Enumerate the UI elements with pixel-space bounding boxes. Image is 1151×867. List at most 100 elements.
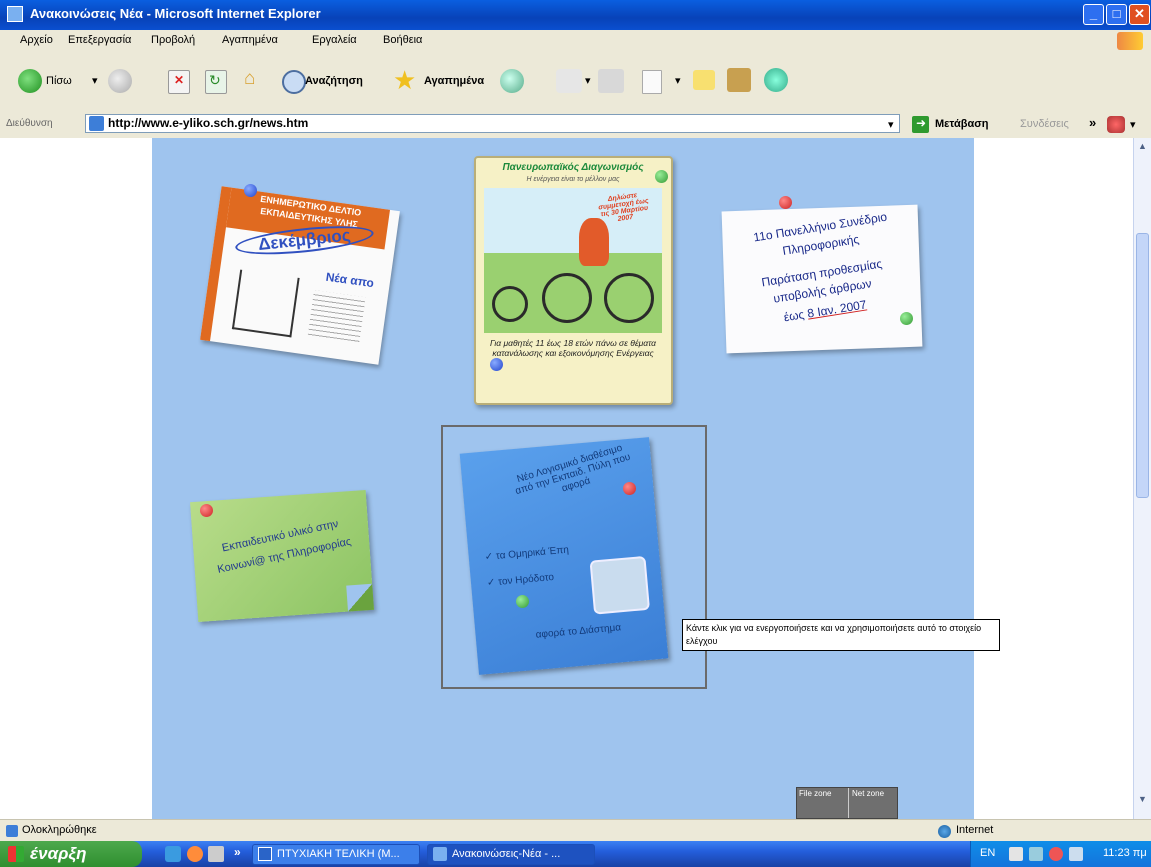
menu-file[interactable]: Αρχείο xyxy=(20,34,53,46)
security-icon[interactable] xyxy=(1049,847,1063,861)
display-icon[interactable] xyxy=(1069,847,1083,861)
menu-help[interactable]: Βοήθεια xyxy=(383,34,422,46)
close-button[interactable]: ✕ xyxy=(1129,4,1150,25)
software-heading: Νέο Λογισμικό διαθέσιμο από την Εκπαιδ. … xyxy=(514,442,632,498)
system-tray: EN 11:23 πμ xyxy=(970,841,1151,867)
quicklaunch-app-icon[interactable] xyxy=(187,846,203,862)
green-pin-icon xyxy=(900,312,913,325)
menu-tools[interactable]: Εργαλεία xyxy=(312,34,357,46)
window-title: Ανακοινώσεις Νέα - Microsoft Internet Ex… xyxy=(30,6,321,21)
refresh-icon[interactable]: ↻ xyxy=(205,70,227,94)
toolbar-extra-icon[interactable] xyxy=(1107,116,1125,133)
software-item3-prefix: αφορά xyxy=(535,627,566,641)
zone-widget: File zone Net zone xyxy=(796,787,898,819)
menu-view[interactable]: Προβολή xyxy=(151,34,195,46)
address-input[interactable]: http://www.e-yliko.sch.gr/news.htm xyxy=(85,114,900,133)
ie-icon xyxy=(433,847,447,861)
address-dropdown-icon[interactable]: ▾ xyxy=(888,118,894,131)
scroll-thumb[interactable] xyxy=(1136,233,1149,498)
red-pin-icon xyxy=(200,504,213,517)
software-item3-label: το Διάστημα xyxy=(567,622,622,638)
software-item1: ✓ τα Ομηρικά Έπη xyxy=(484,544,570,563)
software-card: Νέο Λογισμικό διαθέσιμο από την Εκπαιδ. … xyxy=(459,437,669,675)
taskbar-item-ie[interactable]: Ανακοινώσεις-Νέα - ... xyxy=(427,844,595,865)
bike-wheel-icon xyxy=(492,286,528,322)
scroll-up-icon[interactable]: ▲ xyxy=(1136,141,1149,155)
address-label: Διεύθυνση xyxy=(6,118,53,129)
quicklaunch-desktop-icon[interactable] xyxy=(208,846,224,862)
cyclist-figure xyxy=(579,218,609,266)
newsletter-news: Νέα απο xyxy=(324,269,375,291)
bike-wheel-icon xyxy=(542,273,592,323)
newsletter-card[interactable]: ΕΝΗΜΕΡΩΤΙΚΟ ΔΕΛΤΙΟ ΕΚΠΑΙΔΕΥΤΙΚΗΣ ΥΛΗΣ Δε… xyxy=(200,186,400,365)
schoolhouse-icon xyxy=(231,269,300,338)
contest-card[interactable]: Πανευρωπαϊκός Διαγωνισμός Η ενέργεια είν… xyxy=(474,156,673,405)
start-label: έναρξη xyxy=(30,844,87,863)
red-pin-icon xyxy=(623,482,636,495)
vertical-scrollbar[interactable]: ▲ ▼ xyxy=(1133,138,1151,819)
favorites-star-icon[interactable]: ★ xyxy=(393,65,416,96)
search-button-label[interactable]: Αναζήτηση xyxy=(305,75,363,87)
language-indicator[interactable]: EN xyxy=(980,847,995,859)
search-icon[interactable] xyxy=(282,70,306,94)
quicklaunch-ie-icon[interactable] xyxy=(165,846,181,862)
address-url: http://www.e-yliko.sch.gr/news.htm xyxy=(108,116,309,130)
stop-icon[interactable]: ✕ xyxy=(168,70,190,94)
conference-card[interactable]: 11ο Πανελλήνιο Συνέδριο Πληροφορικής Παρ… xyxy=(721,204,923,354)
messenger-icon[interactable] xyxy=(764,68,788,92)
status-text: Ολοκληρώθηκε xyxy=(22,824,97,836)
address-bar: Διεύθυνση http://www.e-yliko.sch.gr/news… xyxy=(0,110,1151,139)
internet-zone-icon xyxy=(938,825,951,838)
menu-favorites[interactable]: Αγαπημένα xyxy=(222,34,278,46)
mail-icon[interactable] xyxy=(556,69,582,93)
menu-edit[interactable]: Επεξεργασία xyxy=(68,34,131,46)
green-pin-icon xyxy=(655,170,668,183)
society-text: Εκπαιδευτικό υλικό στην Κοινωνί@ της Πλη… xyxy=(216,517,353,576)
home-icon[interactable]: ⌂ xyxy=(242,68,266,92)
society-card[interactable]: Εκπαιδευτικό υλικό στην Κοινωνί@ της Πλη… xyxy=(190,490,374,622)
maximize-button[interactable]: □ xyxy=(1106,4,1127,25)
history-icon[interactable] xyxy=(500,69,524,93)
clock: 11:23 πμ xyxy=(1103,847,1147,859)
windows-logo-icon xyxy=(1117,32,1143,50)
edit-dropdown-icon[interactable]: ▾ xyxy=(675,74,681,87)
contest-body: Για μαθητές 11 έως 18 ετών πάνω σε θέματ… xyxy=(489,338,657,358)
quicklaunch-more-icon[interactable]: » xyxy=(234,845,241,859)
mail-dropdown-icon[interactable]: ▾ xyxy=(585,74,591,87)
software-item2: ✓ τον Ηρόδοτο xyxy=(486,571,555,589)
discuss-icon[interactable] xyxy=(693,70,715,90)
go-button-label[interactable]: Μετάβαση xyxy=(935,118,988,130)
favorites-button-label[interactable]: Αγαπημένα xyxy=(424,75,484,87)
red-pin-icon xyxy=(779,196,792,209)
task1-label: ΠΤΥΧΙΑΚΗ ΤΕΛΙΚΗ (Μ... xyxy=(277,848,400,860)
edit-icon[interactable] xyxy=(642,70,662,94)
zone-divider xyxy=(848,788,849,818)
news-panel: ΕΝΗΜΕΡΩΤΙΚΟ ΔΕΛΤΙΟ ΕΚΠΑΙΔΕΥΤΙΚΗΣ ΥΛΗΣ Δε… xyxy=(152,138,1000,819)
back-button-label[interactable]: Πίσω xyxy=(46,75,72,87)
go-arrow-icon[interactable]: ➜ xyxy=(912,116,929,133)
newsletter-text-lines xyxy=(307,290,366,345)
browser-content: ΕΝΗΜΕΡΩΤΙΚΟ ΔΕΛΤΙΟ ΕΚΠΑΙΔΕΥΤΙΚΗΣ ΥΛΗΣ Δε… xyxy=(0,138,1133,819)
blue-pin-icon xyxy=(244,184,257,197)
minimize-button[interactable]: _ xyxy=(1083,4,1104,25)
page-curl xyxy=(346,583,374,612)
links-label[interactable]: Συνδέσεις xyxy=(1020,118,1069,130)
net-zone-label: Net zone xyxy=(852,789,885,798)
chevron-more-icon[interactable]: » xyxy=(1089,115,1096,130)
back-dropdown-icon[interactable]: ▾ xyxy=(92,74,98,87)
back-arrow-icon[interactable] xyxy=(18,69,42,93)
forward-arrow-icon[interactable] xyxy=(108,69,132,93)
software-activex-control[interactable]: Νέο Λογισμικό διαθέσιμο από την Εκπαιδ. … xyxy=(441,425,707,689)
scroll-down-icon[interactable]: ▼ xyxy=(1136,794,1149,808)
volume-icon[interactable] xyxy=(1009,847,1023,861)
software-item2-label: τον Ηρόδοτο xyxy=(497,571,555,588)
zone-text: Internet xyxy=(956,824,994,836)
network-icon[interactable] xyxy=(1029,847,1043,861)
word-icon xyxy=(258,847,272,861)
extra-dropdown-icon[interactable]: ▾ xyxy=(1130,118,1136,131)
print-icon[interactable] xyxy=(598,69,624,93)
taskbar: έναρξη » ΠΤΥΧΙΑΚΗ ΤΕΛΙΚΗ (Μ... Ανακοινώσ… xyxy=(0,841,1151,867)
research-icon[interactable] xyxy=(727,68,751,92)
taskbar-item-word[interactable]: ΠΤΥΧΙΑΚΗ ΤΕΛΙΚΗ (Μ... xyxy=(252,844,420,865)
activex-tooltip: Κάντε κλικ για να ενεργοποιήσετε και να … xyxy=(682,619,1000,651)
